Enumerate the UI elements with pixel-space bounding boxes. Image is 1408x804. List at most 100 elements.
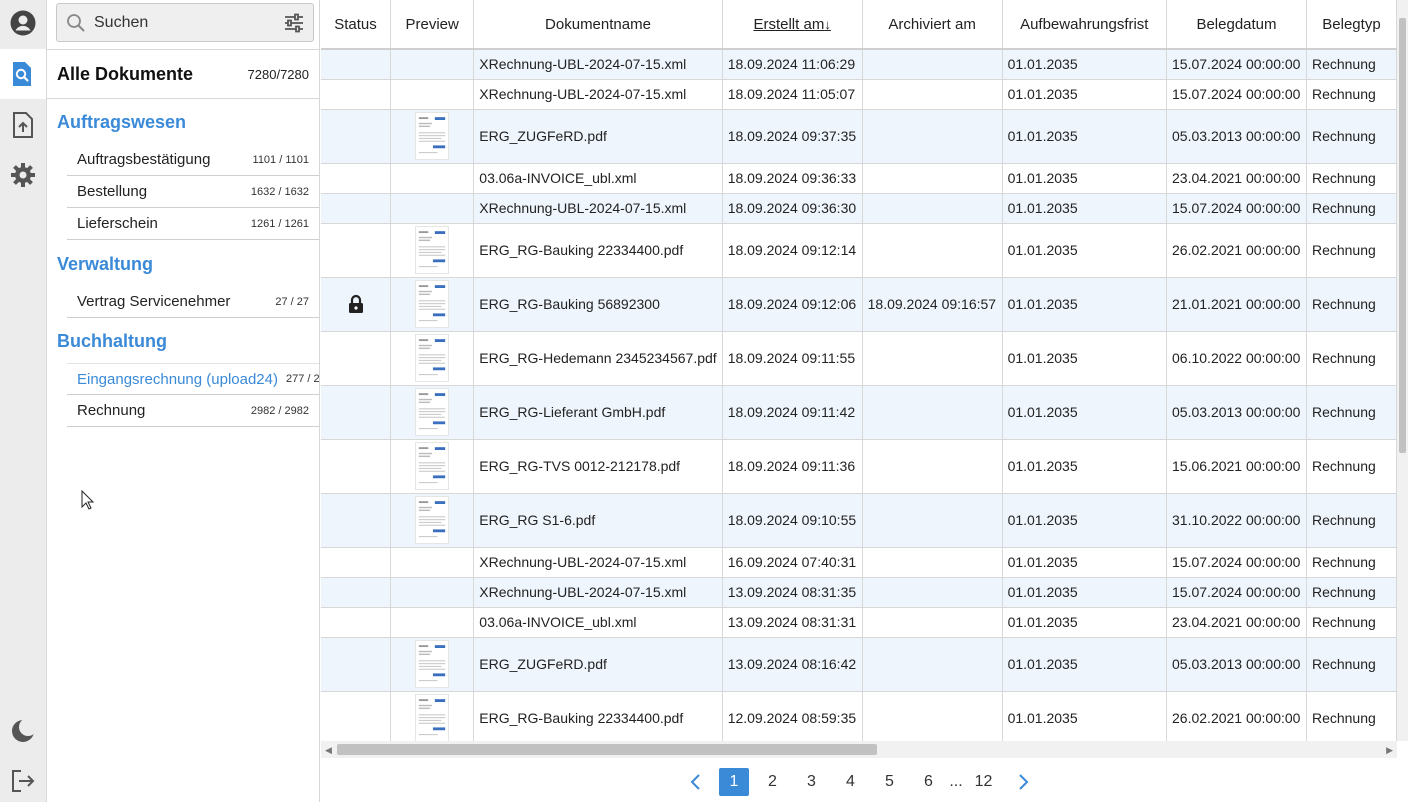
- column-header-erstellt-am[interactable]: Erstellt am↓: [722, 0, 863, 50]
- cell-belegdatum: 15.07.2024 00:00:00: [1166, 577, 1307, 608]
- table-row[interactable]: XRechnung-UBL-2024-07-15.xml 13.09.2024 0…: [321, 577, 1397, 608]
- page-button-current[interactable]: 1: [719, 768, 749, 796]
- cell-aufbewahrungsfrist: 01.01.2035: [1002, 439, 1168, 494]
- table-row[interactable]: ERG_RG-Bauking 56892300 18.09.2024 09:12:…: [321, 277, 1397, 332]
- search-docs-icon[interactable]: [0, 49, 46, 99]
- category-item-bestellung[interactable]: Bestellung 1632 / 1632: [67, 176, 319, 208]
- cell-aufbewahrungsfrist: 01.01.2035: [1002, 385, 1168, 440]
- cell-belegdatum: 23.04.2021 00:00:00: [1166, 607, 1307, 638]
- cell-preview: [390, 637, 475, 692]
- cell-belegtyp: Rechnung: [1306, 691, 1397, 741]
- table-row[interactable]: ERG_RG-Bauking 22334400.pdf 18.09.2024 09…: [321, 223, 1397, 278]
- document-thumbnail[interactable]: [415, 694, 450, 741]
- cell-archiviert-am: [862, 331, 1003, 386]
- cell-dokumentname: ERG_RG-Lieferant GmbH.pdf: [473, 385, 723, 440]
- page-button[interactable]: 5: [870, 768, 909, 796]
- category-count: 1632 / 1632: [250, 185, 309, 198]
- table-row[interactable]: XRechnung-UBL-2024-07-15.xml 18.09.2024 0…: [321, 193, 1397, 224]
- user-icon[interactable]: [0, 0, 46, 46]
- column-header-preview[interactable]: Preview: [390, 0, 475, 50]
- horizontal-scroll-thumb[interactable]: [337, 744, 877, 755]
- column-header-archiviert-am[interactable]: Archiviert am: [862, 0, 1003, 50]
- cell-status: [321, 49, 392, 80]
- gear-icon[interactable]: [0, 152, 46, 198]
- table-row[interactable]: ERG_RG-Hedemann 2345234567.pdf 18.09.2024…: [321, 331, 1397, 386]
- table-row[interactable]: XRechnung-UBL-2024-07-15.xml 18.09.2024 1…: [321, 79, 1397, 110]
- cell-belegdatum: 31.10.2022 00:00:00: [1166, 493, 1307, 548]
- table-row[interactable]: ERG_RG-TVS 0012-212178.pdf 18.09.2024 09:…: [321, 439, 1397, 494]
- table-row[interactable]: 03.06a-INVOICE_ubl.xml 13.09.2024 08:31:3…: [321, 607, 1397, 638]
- moon-icon[interactable]: [0, 708, 46, 754]
- column-header-aufbewahrungsfrist[interactable]: Aufbewahrungsfrist: [1002, 0, 1168, 50]
- cell-status: [321, 385, 392, 440]
- cell-erstellt-am: 18.09.2024 09:12:14: [722, 223, 863, 278]
- document-thumbnail[interactable]: [415, 442, 450, 490]
- column-header-belegtyp[interactable]: Belegtyp: [1306, 0, 1397, 50]
- all-documents-item[interactable]: Alle Dokumente 7280/7280: [47, 49, 319, 99]
- cell-status: [321, 109, 392, 164]
- table-row[interactable]: XRechnung-UBL-2024-07-15.xml 16.09.2024 0…: [321, 547, 1397, 578]
- table-row[interactable]: XRechnung-UBL-2024-07-15.xml 18.09.2024 1…: [321, 49, 1397, 80]
- group-title-buchhaltung[interactable]: Buchhaltung: [57, 331, 167, 352]
- document-thumbnail[interactable]: [415, 388, 450, 436]
- upload-icon[interactable]: [0, 102, 46, 148]
- filter-settings-icon[interactable]: [284, 13, 304, 33]
- cell-erstellt-am: 18.09.2024 11:06:29: [722, 49, 863, 80]
- table-row[interactable]: 03.06a-INVOICE_ubl.xml 18.09.2024 09:36:3…: [321, 163, 1397, 194]
- table-row[interactable]: ERG_RG S1-6.pdf 18.09.2024 09:10:55 01.01.…: [321, 493, 1397, 548]
- cell-status: [321, 79, 392, 110]
- document-thumbnail[interactable]: [415, 496, 450, 544]
- document-thumbnail[interactable]: [415, 334, 450, 382]
- document-thumbnail[interactable]: [415, 226, 450, 274]
- column-header-status[interactable]: Status: [321, 0, 392, 50]
- cell-archiviert-am: [862, 691, 1003, 741]
- document-thumbnail[interactable]: [415, 280, 450, 328]
- cell-belegdatum: 26.02.2021 00:00:00: [1166, 691, 1307, 741]
- search-input[interactable]: Suchen: [94, 14, 148, 32]
- group-title-auftragswesen[interactable]: Auftragswesen: [57, 112, 186, 133]
- table-row[interactable]: ERG_RG-Bauking 22334400.pdf 12.09.2024 08…: [321, 691, 1397, 741]
- cell-aufbewahrungsfrist: 01.01.2035: [1002, 607, 1168, 638]
- cell-archiviert-am: [862, 163, 1003, 194]
- cell-status: [321, 163, 392, 194]
- document-thumbnail[interactable]: [415, 640, 450, 688]
- search-field[interactable]: Suchen: [56, 3, 314, 42]
- cell-dokumentname: 03.06a-INVOICE_ubl.xml: [473, 607, 723, 638]
- table-row[interactable]: ERG_ZUGFeRD.pdf 13.09.2024 08:16:42 01.01.…: [321, 637, 1397, 692]
- category-item-eingangsrechnung[interactable]: Eingangsrechnung (upload24) 277 / 2: [67, 363, 319, 395]
- group-title-verwaltung[interactable]: Verwaltung: [57, 254, 153, 275]
- category-sidebar: Suchen Alle Dokumente 7280/7280 Auftrags…: [47, 0, 320, 802]
- page-button[interactable]: 4: [831, 768, 870, 796]
- table-row[interactable]: ERG_RG-Lieferant GmbH.pdf 18.09.2024 09:1…: [321, 385, 1397, 440]
- page-button-last[interactable]: 12: [964, 768, 1003, 796]
- horizontal-scrollbar[interactable]: ◀ ▶: [321, 741, 1397, 758]
- cell-belegdatum: 15.07.2024 00:00:00: [1166, 193, 1307, 224]
- scroll-right-icon[interactable]: ▶: [1386, 745, 1393, 756]
- cell-archiviert-am: [862, 577, 1003, 608]
- next-page-icon[interactable]: [1003, 768, 1042, 796]
- column-header-belegdatum[interactable]: Belegdatum: [1166, 0, 1307, 50]
- scroll-left-icon[interactable]: ◀: [325, 745, 332, 756]
- category-item-lieferschein[interactable]: Lieferschein 1261 / 1261: [67, 208, 319, 240]
- vertical-scroll-thumb[interactable]: [1399, 18, 1406, 453]
- document-thumbnail[interactable]: [415, 112, 450, 160]
- table-row[interactable]: ERG_ZUGFeRD.pdf 18.09.2024 09:37:35 01.01.…: [321, 109, 1397, 164]
- column-header-dokumentname[interactable]: Dokumentname: [473, 0, 723, 50]
- category-item-rechnung[interactable]: Rechnung 2982 / 2982: [67, 395, 319, 427]
- page-button[interactable]: 6: [909, 768, 948, 796]
- logout-icon[interactable]: [0, 758, 46, 804]
- cell-aufbewahrungsfrist: 01.01.2035: [1002, 79, 1168, 110]
- cell-belegdatum: 15.07.2024 00:00:00: [1166, 79, 1307, 110]
- cell-belegdatum: 26.02.2021 00:00:00: [1166, 223, 1307, 278]
- prev-page-icon[interactable]: [676, 768, 715, 796]
- cell-belegdatum: 05.03.2013 00:00:00: [1166, 385, 1307, 440]
- page-button[interactable]: 3: [792, 768, 831, 796]
- category-item-vertrag-servicenehmer[interactable]: Vertrag Servicenehmer 27 / 27: [67, 286, 319, 318]
- page-button[interactable]: 2: [753, 768, 792, 796]
- cell-belegtyp: Rechnung: [1306, 331, 1397, 386]
- cell-aufbewahrungsfrist: 01.01.2035: [1002, 277, 1168, 332]
- cell-dokumentname: XRechnung-UBL-2024-07-15.xml: [473, 193, 723, 224]
- category-item-auftragsbestaetigung[interactable]: Auftragsbestätigung 1101 / 1101: [67, 144, 319, 176]
- vertical-scrollbar[interactable]: [1397, 0, 1408, 741]
- cell-preview: [390, 163, 475, 194]
